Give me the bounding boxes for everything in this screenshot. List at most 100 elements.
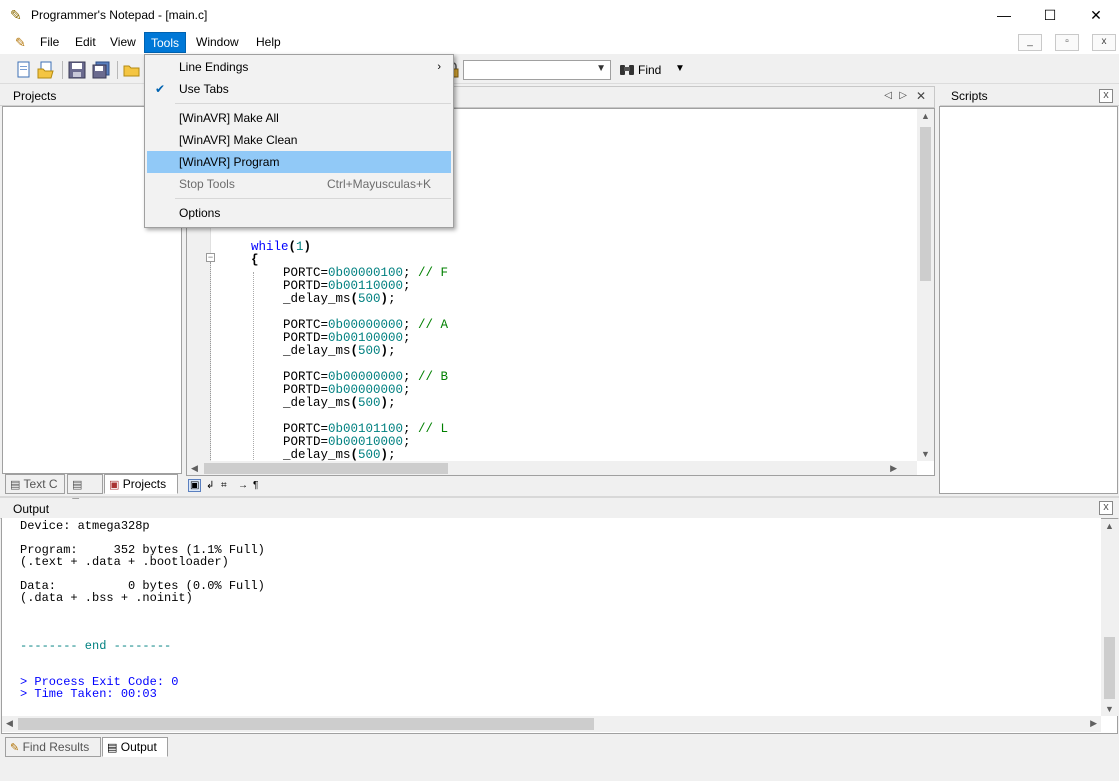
tab-find-results-label: Find Results: [22, 740, 90, 754]
close-button[interactable]: ✕: [1073, 0, 1119, 30]
code-token: PORTD=: [283, 279, 329, 293]
mdi-restore-button[interactable]: ▫: [1055, 34, 1079, 51]
scroll-up-icon[interactable]: ▲: [917, 111, 934, 121]
output-close-icon[interactable]: x: [1099, 501, 1113, 515]
menu-item-options[interactable]: Options: [147, 202, 451, 224]
format-linebreak-icon[interactable]: ↲: [206, 480, 214, 491]
chevron-down-icon[interactable]: ▼: [596, 63, 606, 74]
menu-file[interactable]: File: [34, 32, 65, 53]
mdi-minimize-button[interactable]: _: [1018, 34, 1042, 51]
scroll-left-icon[interactable]: ◀: [191, 463, 198, 474]
output-line: (.data + .bss + .noinit): [20, 591, 193, 605]
scroll-right-icon[interactable]: ▶: [890, 463, 897, 474]
output-line: Device: atmega328p: [20, 519, 150, 533]
maximize-button[interactable]: ☐: [1027, 0, 1073, 30]
format-tabs-icon[interactable]: ▣: [188, 479, 202, 492]
fold-toggle-icon[interactable]: −: [206, 253, 215, 262]
open-file-icon[interactable]: [37, 61, 55, 79]
find-button[interactable]: Find: [638, 63, 661, 77]
output-hscroll-thumb[interactable]: [18, 718, 594, 730]
scroll-up-icon[interactable]: ▲: [1101, 521, 1118, 531]
tab-scroll-right-icon[interactable]: ▷: [899, 90, 907, 101]
code-line[interactable]: _delay_ms(500);: [283, 397, 396, 410]
save-all-icon[interactable]: [92, 61, 110, 79]
editor-hscroll-thumb[interactable]: [204, 463, 448, 474]
splitter[interactable]: [0, 496, 1119, 498]
code-line[interactable]: {: [251, 254, 259, 267]
code-token: (: [350, 396, 359, 410]
code-token: 0b00010000: [328, 435, 404, 449]
code-line[interactable]: _delay_ms(500);: [283, 293, 396, 306]
scripts-panel-body[interactable]: [939, 106, 1118, 494]
code-token: {: [251, 253, 259, 267]
format-arrow-icon[interactable]: →: [238, 480, 248, 491]
tab-scroll-left-icon[interactable]: ◁: [884, 90, 892, 101]
menu-tools[interactable]: Tools: [144, 32, 187, 53]
scripts-close-icon[interactable]: x: [1099, 89, 1113, 103]
editor-close-icon[interactable]: ✕: [916, 89, 926, 103]
code-token: // F: [418, 266, 449, 280]
output-tab-icon: ▤: [107, 742, 118, 754]
save-icon[interactable]: [68, 61, 86, 79]
menu-view[interactable]: View: [104, 32, 142, 53]
projects-panel-title: Projects: [13, 89, 57, 103]
menu-bar: ✎ File Edit View Tools Window Help _ ▫ x: [0, 30, 1119, 54]
menu-edit[interactable]: Edit: [69, 32, 102, 53]
code-token: PORTD=: [283, 331, 329, 345]
chevron-right-icon: ›: [437, 61, 441, 73]
menu-item-make-clean[interactable]: [WinAVR] Make Clean: [147, 129, 451, 151]
format-bar: ▣ ↲ ⌗ → ¶: [186, 478, 276, 494]
output-hscroll[interactable]: ◀ ▶: [2, 716, 1101, 732]
scroll-down-icon[interactable]: ▼: [917, 449, 934, 459]
code-token: (: [288, 240, 297, 254]
code-token: ;: [403, 383, 411, 397]
code-token: 0b00000000: [328, 383, 404, 397]
code-token: 500: [358, 344, 381, 358]
find-dropdown-icon[interactable]: ▼: [675, 63, 685, 74]
mdi-close-button[interactable]: x: [1092, 34, 1116, 51]
tab-tags[interactable]: ▤ Ta: [67, 474, 103, 510]
code-token: // B: [418, 370, 449, 384]
code-token: ): [380, 344, 389, 358]
scroll-left-icon[interactable]: ◀: [6, 718, 13, 729]
new-file-icon[interactable]: [15, 61, 33, 79]
tab-projects[interactable]: ▣ Projects: [104, 474, 178, 494]
editor-vscroll-thumb[interactable]: [920, 127, 931, 281]
menu-item-line-endings[interactable]: Line Endings ›: [147, 56, 451, 78]
code-token: ): [380, 396, 389, 410]
menu-item-make-all[interactable]: [WinAVR] Make All: [147, 107, 451, 129]
code-line[interactable]: while(1): [251, 241, 311, 254]
menu-item-program[interactable]: [WinAVR] Program: [147, 151, 451, 173]
format-grid-icon[interactable]: ⌗: [221, 480, 227, 491]
menu-item-program-label: [WinAVR] Program: [179, 155, 280, 169]
output-vscroll-thumb[interactable]: [1104, 637, 1115, 699]
output-text[interactable]: Device: atmega328p Program: 352 bytes (1.…: [2, 518, 1101, 716]
output-line: -------- end --------: [20, 639, 172, 653]
menu-help[interactable]: Help: [250, 32, 287, 53]
menu-item-options-label: Options: [179, 206, 221, 220]
code-token: _delay_ms: [283, 292, 351, 306]
binoculars-icon[interactable]: [619, 62, 635, 79]
menu-window[interactable]: Window: [190, 32, 245, 53]
menu-item-use-tabs[interactable]: ✔ Use Tabs: [147, 78, 451, 100]
code-token: PORTC=: [283, 318, 329, 332]
output-vscroll[interactable]: ▲ ▼: [1101, 519, 1118, 716]
minimize-button[interactable]: —: [981, 0, 1027, 30]
window-title: Programmer's Notepad - [main.c]: [31, 8, 208, 22]
tab-find-results[interactable]: ✎ Find Results: [5, 737, 101, 757]
tab-output[interactable]: ▤ Output: [102, 737, 168, 757]
editor-hscroll[interactable]: ◀ ▶: [187, 461, 917, 475]
tab-text-clips[interactable]: ▤ Text C: [5, 474, 65, 494]
code-token: 0b00100000: [328, 331, 404, 345]
open-folder-icon[interactable]: [123, 61, 141, 79]
scroll-down-icon[interactable]: ▼: [1101, 704, 1118, 714]
format-pilcrow-icon[interactable]: ¶: [253, 480, 258, 491]
code-token: _delay_ms: [283, 448, 351, 462]
find-combo[interactable]: ▼: [463, 60, 611, 80]
code-token: PORTC=: [283, 266, 329, 280]
editor-vscroll[interactable]: ▲ ▼: [917, 109, 934, 461]
code-token: ;: [403, 370, 419, 384]
code-line[interactable]: _delay_ms(500);: [283, 345, 396, 358]
menu-item-make-clean-label: [WinAVR] Make Clean: [179, 133, 298, 147]
scroll-right-icon[interactable]: ▶: [1090, 718, 1097, 729]
